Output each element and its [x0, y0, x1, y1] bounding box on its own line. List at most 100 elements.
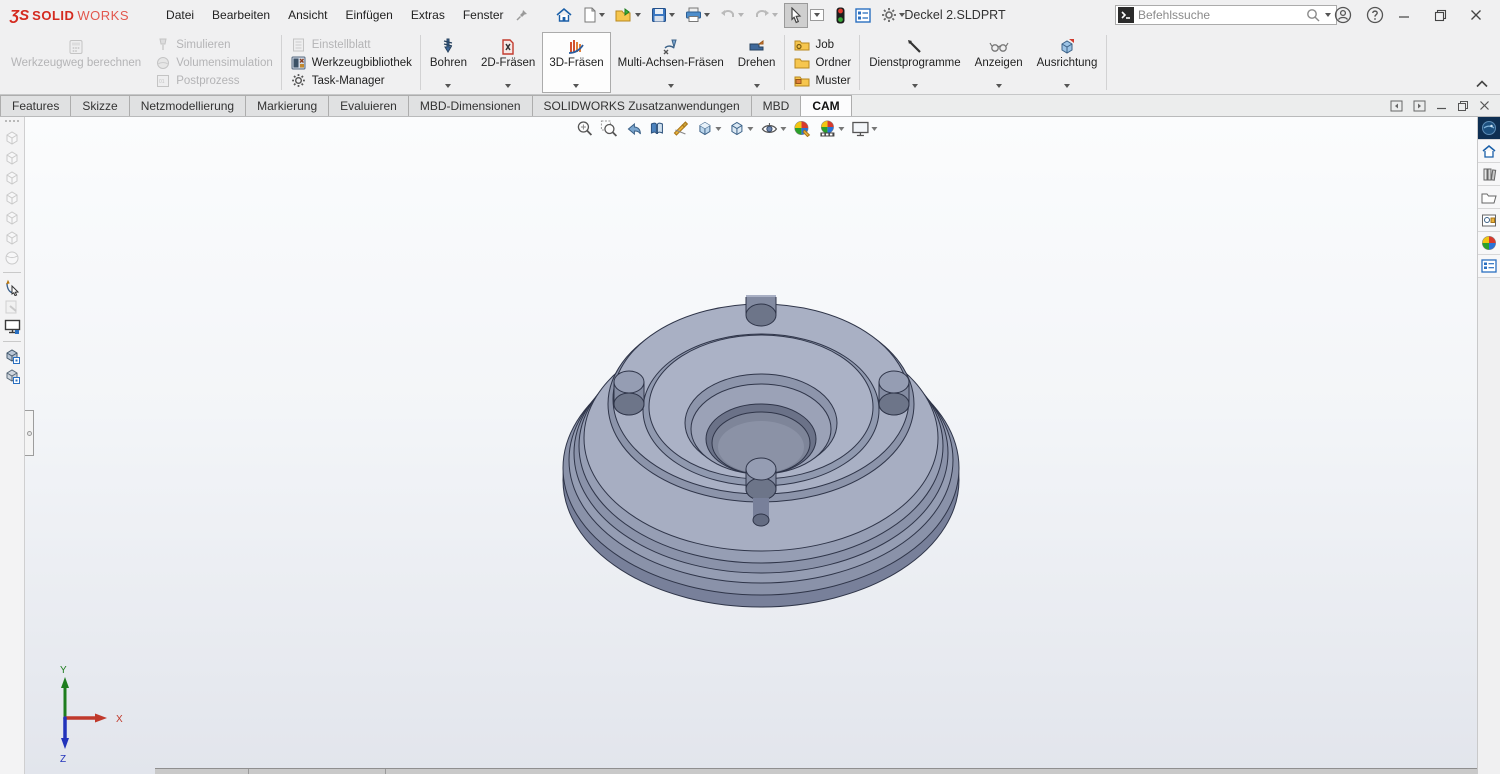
- menu-ansicht[interactable]: Ansicht: [279, 2, 336, 28]
- solidworks-resources-button[interactable]: [1478, 140, 1500, 163]
- menu-extras[interactable]: Extras: [402, 2, 454, 28]
- select-tool-dropdown[interactable]: [810, 9, 824, 21]
- muster-button[interactable]: Muster: [793, 73, 851, 88]
- print-dropdown-icon[interactable]: [704, 13, 710, 17]
- edit-definition-icon[interactable]: [2, 297, 22, 317]
- search-command-icon: [1118, 7, 1134, 23]
- tab-markierung[interactable]: Markierung: [245, 95, 329, 116]
- pane-left-icon[interactable]: [1390, 100, 1403, 112]
- ordner-button[interactable]: Ordner: [793, 55, 851, 70]
- custom-properties-button[interactable]: [1478, 255, 1500, 278]
- toolbar-grip-handle[interactable]: [5, 120, 19, 122]
- model-deckel-2[interactable]: Y X Z: [25, 117, 1476, 774]
- bohren-dropdown-icon[interactable]: [445, 84, 451, 88]
- tab-mbd-dimensionen[interactable]: MBD-Dimensionen: [408, 95, 533, 116]
- postprocess-icon: 01: [154, 73, 171, 88]
- volume-simulation-button[interactable]: Volumensimulation: [154, 55, 273, 70]
- generate-toolpath-button[interactable]: Werkzeugweg berechnen: [4, 32, 148, 93]
- postprocess-button[interactable]: 01 Postprozess: [154, 73, 273, 88]
- redo-dropdown-icon[interactable]: [772, 13, 778, 17]
- tool-library-button[interactable]: Werkzeugbibliothek: [290, 55, 412, 70]
- simulate-button[interactable]: Simulieren: [154, 37, 273, 52]
- anzeigen-dropdown-icon[interactable]: [996, 84, 1002, 88]
- tab-evaluieren[interactable]: Evaluieren: [328, 95, 409, 116]
- sketch-select-icon[interactable]: [2, 277, 22, 297]
- dienstprogramme-button[interactable]: Dienstprogramme: [862, 32, 967, 93]
- pane-right-icon[interactable]: [1413, 100, 1426, 112]
- menu-bearbeiten[interactable]: Bearbeiten: [203, 2, 279, 28]
- help-icon[interactable]: [1366, 6, 1384, 24]
- view-cube-icon-5[interactable]: [2, 208, 22, 228]
- view-cube-icon-6[interactable]: [2, 228, 22, 248]
- fraesen-2d-dropdown-icon[interactable]: [505, 84, 511, 88]
- new-document-button[interactable]: [579, 3, 609, 27]
- restore-button[interactable]: [1434, 9, 1456, 22]
- doc-restore-icon[interactable]: [1457, 100, 1469, 112]
- part-cube-icon-2[interactable]: [2, 366, 22, 386]
- ribbon-collapse-chevron-icon[interactable]: [1476, 80, 1488, 88]
- open-dropdown-icon[interactable]: [635, 13, 641, 17]
- new-document-dropdown-icon[interactable]: [599, 13, 605, 17]
- home-button[interactable]: [551, 3, 577, 27]
- multi-achsen-dropdown-icon[interactable]: [668, 84, 674, 88]
- design-library-button[interactable]: [1478, 163, 1500, 186]
- bohren-button[interactable]: Bohren: [423, 32, 474, 93]
- new-window-icon[interactable]: [2, 317, 22, 337]
- minimize-button[interactable]: [1398, 9, 1420, 21]
- tab-skizze[interactable]: Skizze: [70, 95, 129, 116]
- tab-netzmodellierung[interactable]: Netzmodellierung: [129, 95, 246, 116]
- job-button[interactable]: Job: [793, 37, 851, 52]
- undo-dropdown-icon[interactable]: [738, 13, 744, 17]
- redo-button[interactable]: [750, 4, 782, 26]
- close-button[interactable]: [1470, 9, 1492, 21]
- command-search[interactable]: [1115, 5, 1337, 25]
- menu-datei[interactable]: Datei: [157, 2, 203, 28]
- view-cube-icon-7[interactable]: [2, 248, 22, 268]
- save-button[interactable]: [647, 3, 679, 27]
- view-palette-button[interactable]: [1478, 209, 1500, 232]
- command-manager-tabs: Features Skizze Netzmodellierung Markier…: [0, 95, 1500, 117]
- fraesen-3d-dropdown-icon[interactable]: [573, 84, 579, 88]
- menu-einfuegen[interactable]: Einfügen: [336, 2, 401, 28]
- file-explorer-button[interactable]: [1478, 186, 1500, 209]
- print-button[interactable]: [681, 3, 714, 27]
- anzeigen-button[interactable]: Anzeigen: [968, 32, 1030, 93]
- view-cube-icon-1[interactable]: [2, 128, 22, 148]
- search-dropdown-icon[interactable]: [1325, 13, 1331, 17]
- pin-menu-icon[interactable]: [515, 8, 529, 22]
- part-cube-icon-1[interactable]: [2, 346, 22, 366]
- drehen-button[interactable]: Drehen: [731, 32, 783, 93]
- tab-cam[interactable]: CAM: [800, 95, 851, 116]
- tab-mbd[interactable]: MBD: [751, 95, 802, 116]
- multi-achsen-button[interactable]: Multi-Achsen-Fräsen: [611, 32, 731, 93]
- appearances-button[interactable]: [1478, 232, 1500, 255]
- setup-sheet-button[interactable]: Einstellblatt: [290, 37, 412, 52]
- undo-button[interactable]: [716, 4, 748, 26]
- feature-tree-collapsed-tab[interactable]: [25, 410, 34, 456]
- fraesen-2d-button[interactable]: 2D-Fräsen: [474, 32, 542, 93]
- tab-zusatzanwendungen[interactable]: SOLIDWORKS Zusatzanwendungen: [532, 95, 752, 116]
- user-account-icon[interactable]: [1334, 6, 1352, 24]
- dienstprogramme-dropdown-icon[interactable]: [912, 84, 918, 88]
- view-cube-icon-2[interactable]: [2, 148, 22, 168]
- task-manager-gear-icon: [290, 73, 307, 88]
- search-input[interactable]: [1138, 8, 1306, 22]
- view-cube-icon-3[interactable]: [2, 168, 22, 188]
- ausrichtung-button[interactable]: Ausrichtung: [1030, 32, 1105, 93]
- rebuild-button[interactable]: [832, 3, 849, 28]
- drehen-dropdown-icon[interactable]: [754, 84, 760, 88]
- search-icon[interactable]: [1306, 8, 1321, 23]
- fraesen-3d-button[interactable]: 3D-Fräsen: [542, 32, 610, 93]
- menu-fenster[interactable]: Fenster: [454, 2, 513, 28]
- threedexperience-button[interactable]: [1478, 117, 1500, 140]
- ausrichtung-dropdown-icon[interactable]: [1064, 84, 1070, 88]
- tab-features[interactable]: Features: [0, 95, 71, 116]
- save-dropdown-icon[interactable]: [669, 13, 675, 17]
- doc-minimize-icon[interactable]: [1436, 100, 1447, 111]
- graphics-area[interactable]: Y X Z: [25, 117, 1477, 774]
- select-tool-button[interactable]: [784, 3, 808, 28]
- doc-close-icon[interactable]: [1479, 100, 1490, 111]
- task-manager-button[interactable]: Task-Manager: [290, 73, 412, 88]
- open-button[interactable]: [611, 3, 645, 27]
- view-cube-icon-4[interactable]: [2, 188, 22, 208]
